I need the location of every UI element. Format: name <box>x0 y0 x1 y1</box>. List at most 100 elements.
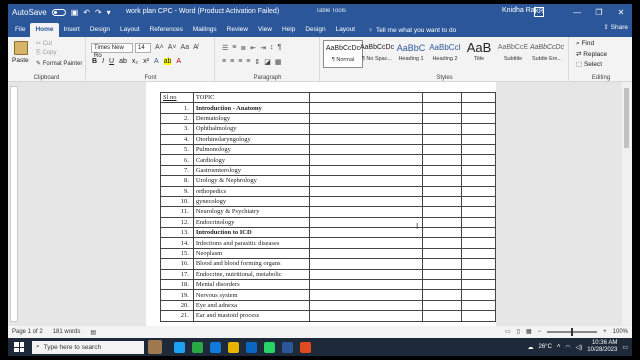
row-number[interactable]: 3. <box>160 123 194 135</box>
table-cell-empty[interactable] <box>309 216 423 229</box>
table-cell-empty[interactable] <box>421 185 463 197</box>
maximize-button[interactable]: ❐ <box>588 4 610 21</box>
cut-button[interactable]: ✂ Cut <box>36 40 52 47</box>
user-avatar[interactable]: KR <box>534 7 544 17</box>
table-cell-empty[interactable] <box>309 102 423 114</box>
sort-icon[interactable]: ↕ <box>270 44 274 52</box>
pilcrow-icon[interactable]: ¶ <box>278 44 282 52</box>
tray-chevron-icon[interactable]: ˄ <box>557 344 561 350</box>
word-count[interactable]: 181 words <box>53 329 81 335</box>
multilevel-list-icon[interactable]: ≣ <box>240 44 246 52</box>
tab-table-layout[interactable]: Layout <box>331 23 361 37</box>
tab-insert[interactable]: Insert <box>59 23 85 37</box>
table-cell-empty[interactable] <box>309 195 423 208</box>
table-cell-empty[interactable] <box>461 216 496 229</box>
change-case-icon[interactable]: Aa <box>181 44 190 51</box>
table-cell-empty[interactable] <box>309 247 423 260</box>
select-button[interactable]: ⬚ Select <box>576 60 602 68</box>
share-button[interactable]: ⇪ Share <box>603 23 628 31</box>
table-cell-empty[interactable] <box>309 123 423 135</box>
close-button[interactable]: ✕ <box>610 4 632 21</box>
row-topic[interactable]: Pulmonology <box>192 143 311 156</box>
autosave-toggle[interactable] <box>51 9 66 16</box>
table-cell-empty[interactable] <box>421 133 463 145</box>
proofing-icon[interactable]: ▤ <box>90 329 96 336</box>
row-number[interactable]: 21. <box>160 310 194 322</box>
row-number[interactable]: 11. <box>160 206 194 218</box>
superscript-icon[interactable]: x² <box>143 58 149 65</box>
table-cell-empty[interactable] <box>461 258 496 270</box>
row-number[interactable]: 10. <box>160 195 194 208</box>
table-cell-empty[interactable] <box>309 185 423 197</box>
row-topic[interactable]: Dermatology <box>192 112 311 125</box>
taskbar-app-icon[interactable] <box>264 341 275 353</box>
row-topic[interactable]: Neurology & Psychiatry <box>192 206 311 218</box>
zoom-in-icon[interactable]: + <box>603 329 607 335</box>
table-cell-empty[interactable] <box>421 227 463 239</box>
table-cell-empty[interactable] <box>461 268 496 281</box>
table-cell-empty[interactable] <box>461 154 496 166</box>
table-cell-empty[interactable] <box>421 112 463 125</box>
notifications-icon[interactable]: ▭ <box>622 344 628 351</box>
tab-layout[interactable]: Layout <box>115 23 145 37</box>
table-cell-empty[interactable] <box>309 91 423 104</box>
font-size-select[interactable]: 14 <box>135 43 151 53</box>
zoom-out-icon[interactable]: − <box>538 329 542 335</box>
minimize-button[interactable]: — <box>566 4 588 21</box>
font-family-select[interactable]: Times New Ro <box>91 43 133 59</box>
redo-icon[interactable]: ↷ <box>95 8 102 17</box>
windows-start-icon[interactable] <box>12 340 26 354</box>
justify-icon[interactable]: ≡ <box>246 58 250 66</box>
cortana-avatar[interactable] <box>148 340 162 354</box>
row-topic[interactable]: Otorhinolaryngology <box>192 133 311 145</box>
row-topic[interactable]: Urology & Nephrology <box>192 175 311 187</box>
decrease-indent-icon[interactable]: ⇤ <box>250 44 256 52</box>
weather-icon[interactable]: ☁ <box>528 344 534 351</box>
page-count[interactable]: Page 1 of 2 <box>12 329 43 335</box>
replace-button[interactable]: ⇄ Replace <box>576 50 607 58</box>
row-number[interactable]: 12. <box>160 216 194 229</box>
zoom-slider[interactable] <box>547 327 598 336</box>
table-cell-empty[interactable] <box>309 154 423 166</box>
find-button[interactable]: ⌕ Find <box>576 40 594 48</box>
table-cell-empty[interactable] <box>461 227 496 239</box>
borders-icon[interactable]: ▦ <box>275 58 282 66</box>
table-cell-empty[interactable] <box>461 91 496 104</box>
table-cell-empty[interactable] <box>461 195 496 208</box>
table-cell-empty[interactable] <box>461 185 496 197</box>
strikethrough-icon[interactable]: ab <box>119 58 127 65</box>
shading-icon[interactable]: ◪ <box>264 58 271 66</box>
underline-icon[interactable]: U <box>109 58 114 65</box>
table-cell-empty[interactable] <box>461 279 496 291</box>
scrollbar-thumb[interactable] <box>624 88 629 148</box>
table-cell-empty[interactable] <box>309 237 423 249</box>
row-number[interactable]: 9. <box>160 185 194 197</box>
table-cell-empty[interactable] <box>421 123 463 135</box>
row-topic[interactable]: Blood and blood forming organs <box>192 258 311 270</box>
style-subtle-emphasis[interactable]: AaBbCcDc Subtle Em... <box>527 40 567 68</box>
taskbar-app-icon[interactable] <box>210 341 221 353</box>
align-center-icon[interactable]: ≡ <box>230 58 234 66</box>
row-topic[interactable]: Endocrinology <box>192 216 311 229</box>
zoom-level[interactable]: 100% <box>613 329 628 335</box>
table-cell-empty[interactable] <box>461 299 496 312</box>
table-cell-empty[interactable] <box>421 247 463 260</box>
table-cell-empty[interactable] <box>461 164 496 177</box>
row-number[interactable]: 13. <box>160 227 194 239</box>
table-cell-empty[interactable] <box>421 206 463 218</box>
customize-icon[interactable]: ▾ <box>107 8 111 17</box>
tab-mailings[interactable]: Mailings <box>188 23 222 37</box>
row-topic[interactable]: Infections and parasitic diseases <box>192 237 311 249</box>
table-cell-empty[interactable] <box>309 310 423 322</box>
italic-icon[interactable]: I <box>102 58 104 65</box>
taskbar-app-icon[interactable] <box>192 341 203 353</box>
paste-icon[interactable] <box>14 41 28 55</box>
table-cell-empty[interactable] <box>421 154 463 166</box>
bullets-icon[interactable]: ☰ <box>222 44 228 52</box>
numbering-icon[interactable]: ≡ <box>232 44 236 52</box>
table-cell-empty[interactable] <box>309 289 423 301</box>
table-cell-empty[interactable] <box>421 258 463 270</box>
clock[interactable]: 10:36 AM 10/28/2023 <box>587 340 617 354</box>
table-cell-empty[interactable] <box>421 102 463 114</box>
read-mode-icon[interactable]: ▯ <box>517 328 520 335</box>
